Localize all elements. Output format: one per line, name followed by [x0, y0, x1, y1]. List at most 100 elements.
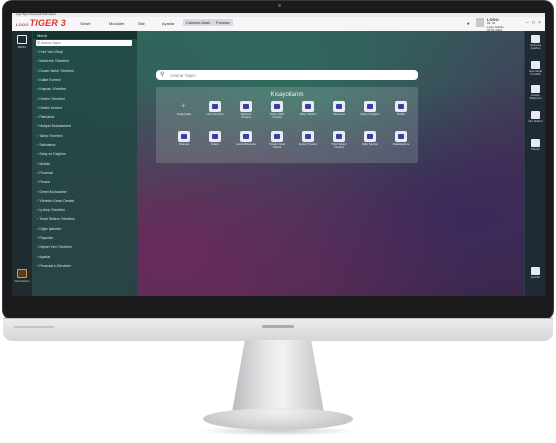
favorites-button[interactable]: Favorilerim — [12, 269, 32, 283]
right-rail-item[interactable]: Not Defteri — [525, 111, 545, 123]
menu-item[interactable]: › Üretim Yönetimi — [37, 97, 65, 101]
bell-icon[interactable]: ♦ — [467, 21, 470, 27]
menu-item[interactable]: › Satış ve Dağıtım — [37, 152, 66, 156]
close-icon[interactable]: × — [538, 20, 541, 26]
left-rail: MENU Favorilerim — [12, 31, 33, 296]
menu-item[interactable]: › Mutfak — [37, 162, 50, 166]
module-icon — [209, 131, 221, 142]
menu-item[interactable]: › Malzeme Yönetimi — [37, 59, 69, 63]
menu-item-label: Satış ve Dağıtım — [39, 152, 66, 157]
menu-item[interactable]: › Satınalma — [37, 143, 55, 147]
avatar[interactable] — [476, 18, 484, 27]
right-rail-label: Hesap Makinesi — [529, 93, 542, 101]
menu-modules[interactable]: Moduller — [109, 21, 124, 26]
gear-icon — [531, 267, 540, 275]
shortcut-tile-label: Satış ve Dağıtım — [360, 113, 380, 116]
menu-item-label: Hızlı Veri Girişi — [39, 50, 63, 54]
menu-item-label: Ticari Sistem Yönetimi — [39, 217, 75, 222]
menu-item-label: Finansal e-Servisler — [39, 263, 71, 268]
menu-search-input[interactable]: ⚲ Arama Yapın — [36, 40, 132, 46]
menu-item[interactable]: › Kalite Kontrol — [37, 78, 61, 82]
menu-item-label: Genel Muhasebe — [39, 189, 67, 194]
shortcut-tile[interactable]: Kişiselleştirme — [391, 131, 411, 146]
tab-workspace[interactable]: Calisma Alani — [183, 19, 214, 26]
menu-item[interactable]: › Planlama — [37, 115, 54, 119]
menu-bar: LOGOTIGER 3 Sirket Moduller Site Ayarlar… — [12, 17, 545, 32]
module-icon — [395, 101, 407, 112]
menu-item[interactable]: › Finans — [37, 180, 50, 184]
shortcut-tile-label: Malzeme Yönetimi — [240, 113, 252, 119]
menu-item[interactable]: › Kişisel Veri Yönetimi — [37, 245, 72, 249]
menu-company[interactable]: Sirket — [80, 21, 90, 26]
camera — [278, 4, 281, 7]
shortcut-tile[interactable]: Finansal — [174, 131, 194, 146]
module-icon — [302, 101, 314, 112]
maximize-icon[interactable]: □ — [532, 20, 535, 26]
shortcut-tile[interactable]: Talep Yönetimi — [298, 101, 318, 116]
shortcut-tile[interactable]: Diğer İşlemler — [360, 131, 380, 146]
module-icon — [364, 101, 376, 112]
shortcut-tile[interactable]: Ticari Sistem Yönetimi — [329, 131, 349, 149]
shortcut-tile-label: Kişiselleştirme — [392, 143, 410, 146]
right-rail-item[interactable]: Takvim — [525, 139, 545, 151]
menu-item[interactable]: › İş Akış Yönetimi — [37, 208, 65, 212]
menu-item[interactable]: › Yönetim Karar Destek — [37, 199, 74, 203]
module-icon — [395, 131, 407, 142]
menu-toggle-button[interactable]: MENU — [12, 35, 32, 49]
menu-item-label: Mutfak — [39, 161, 50, 166]
menu-item[interactable]: › Ticari Sistem Yönetimi — [37, 217, 75, 221]
menu-item[interactable]: › Raporlar — [37, 236, 53, 240]
shortcut-tile[interactable]: Satınalma — [329, 101, 349, 116]
shortcut-tile[interactable]: Finans — [205, 131, 225, 146]
shortcut-tile[interactable]: Mutfak — [391, 101, 411, 116]
menu-item-label: Yönetim Karar Destek — [39, 198, 75, 203]
main-search-input[interactable]: ⚲ Arama Yapın — [156, 70, 418, 80]
right-rail-item[interactable]: Hesap Makinesi — [525, 85, 545, 101]
menu-panel-title: Menü — [37, 33, 48, 38]
menu-item-label: Maliyet Muhasebesi — [39, 124, 71, 129]
tab-forms[interactable]: Formlar — [213, 19, 233, 26]
shortcut-tile[interactable]: Duran Varlık Yönetimi — [267, 101, 287, 119]
shortcut-tile[interactable]: Satış ve Dağıtım — [360, 101, 380, 116]
shortcut-tile-label: Finansal — [179, 143, 189, 146]
menu-item[interactable]: › Kaynak Yönetimi — [37, 87, 66, 91]
shortcut-tile[interactable]: Kısayol Ekle — [174, 101, 194, 116]
menu-item-label: Ayarlar — [39, 254, 51, 259]
right-rail-settings[interactable]: Ayarlar — [525, 267, 545, 279]
shortcut-tile-label: Duran Varlık Yönetimi — [269, 113, 285, 119]
shortcut-tile-label: Ticari Sistem Yönetimi — [331, 143, 347, 149]
menu-site[interactable]: Site — [138, 21, 145, 26]
menu-item[interactable]: › Maliyet Muhasebesi — [37, 124, 71, 128]
menu-settings[interactable]: Ayarlar — [162, 21, 175, 26]
menu-item-label: Üretim Kontrol — [39, 105, 63, 110]
shortcut-tile[interactable]: Yönetim Karar Destek — [267, 131, 287, 149]
menu-item[interactable]: › Finansal e-Servisler — [37, 264, 71, 268]
module-icon — [209, 101, 221, 112]
shortcut-tile[interactable]: Malzeme Yönetimi — [236, 101, 256, 119]
shortcut-tile[interactable]: Hızlı Veri Girişi — [205, 101, 225, 116]
menu-item[interactable]: › Hızlı Veri Girişi — [37, 50, 63, 54]
menu-item[interactable]: › Genel Muhasebe — [37, 190, 67, 194]
menu-item-label: Satınalma — [39, 143, 56, 147]
menu-item[interactable]: › Talep Yönetimi — [37, 134, 63, 138]
module-icon — [302, 131, 314, 142]
right-rail-item[interactable]: Çalışma Ayarları — [525, 35, 545, 51]
menu-item[interactable]: › Diğer İşlemler — [37, 227, 61, 231]
right-rail-item[interactable]: Hiyerarşik Kurallar — [525, 61, 545, 77]
window-title: Logo Tiger 3 Kurumsal Ticari Sistem — [16, 13, 57, 16]
menu-item[interactable]: › Duran Varlık Yönetimi — [37, 69, 74, 73]
shortcut-tile[interactable]: Genel Muhasebe — [236, 131, 256, 146]
menu-item-label: Malzeme Yönetimi — [39, 59, 69, 64]
shortcut-tile[interactable]: İş Akış Yönetimi — [298, 131, 318, 146]
right-rail-label: Not Defteri — [528, 119, 543, 123]
minimize-icon[interactable]: – — [526, 20, 529, 26]
module-icon — [178, 131, 190, 142]
shortcut-tile-label: Hızlı Veri Girişi — [206, 113, 224, 116]
module-icon — [240, 101, 252, 112]
module-icon — [333, 101, 345, 112]
menu-item[interactable]: › Finansal — [37, 171, 53, 175]
menu-item-label: Kalite Kontrol — [39, 77, 61, 82]
menu-item[interactable]: › Ayarlar — [37, 255, 50, 259]
right-rail-label: Hiyerarşik Kurallar — [528, 69, 543, 77]
menu-item[interactable]: › Üretim Kontrol — [37, 106, 62, 110]
